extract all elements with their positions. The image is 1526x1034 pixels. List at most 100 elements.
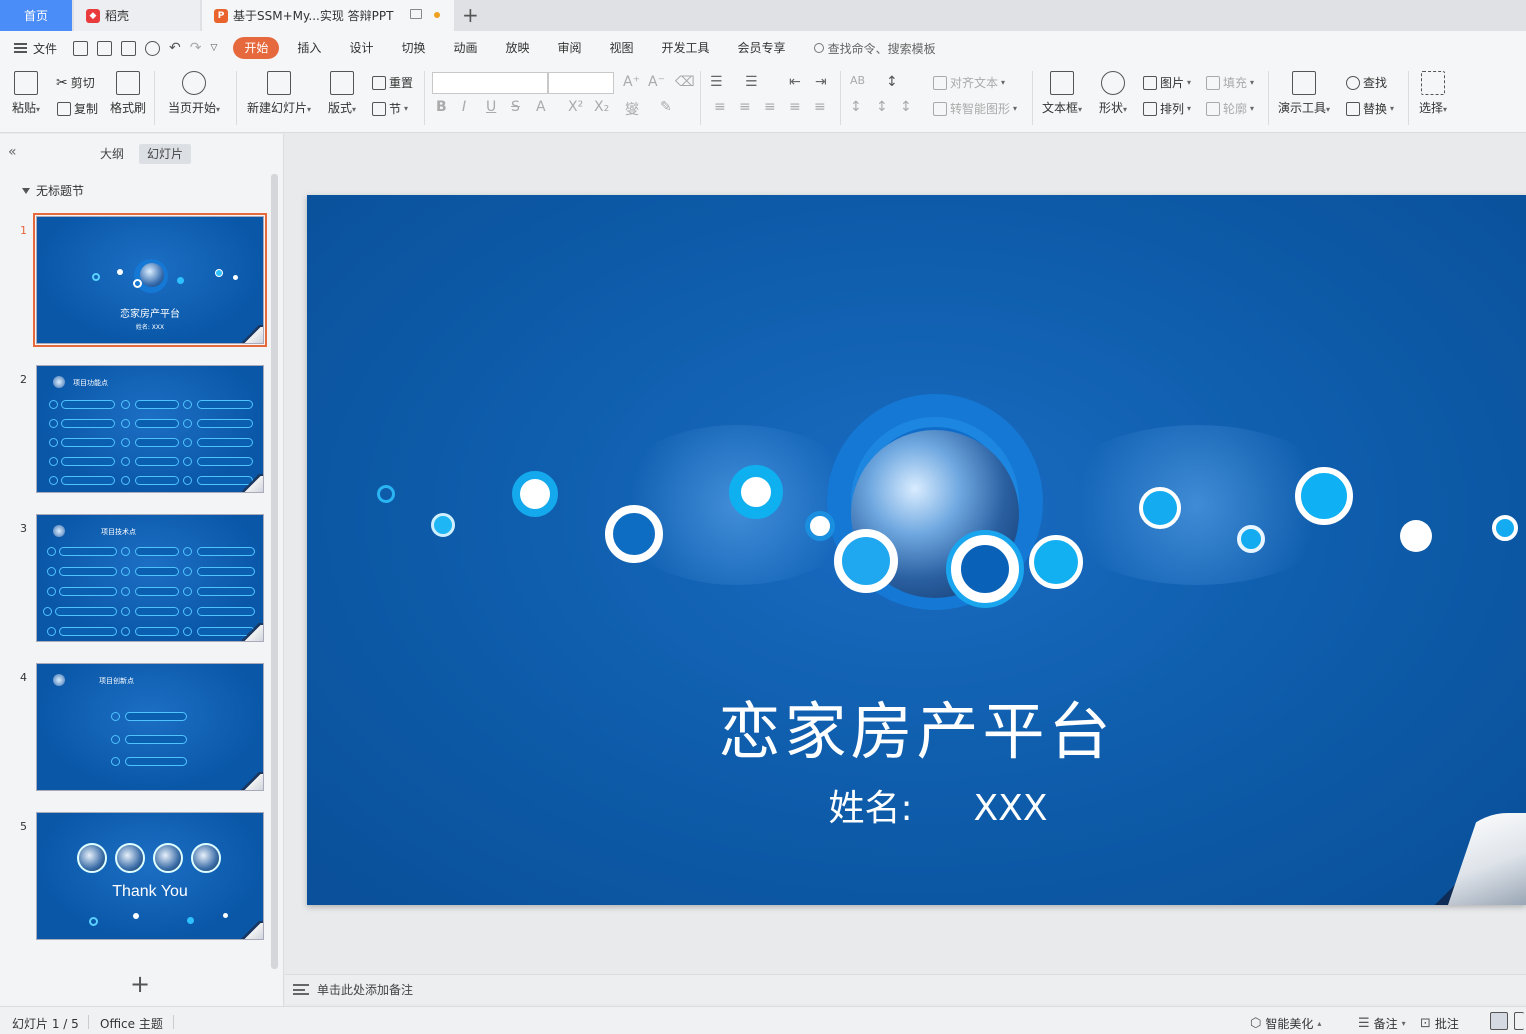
tab-developer[interactable]: 开发工具 [648, 37, 724, 59]
undo-icon[interactable]: ↶ [169, 41, 181, 55]
file-menu-button[interactable]: 文件 [14, 40, 57, 57]
tab-start[interactable]: 开始 [233, 37, 280, 59]
underline-icon[interactable]: U [486, 99, 496, 115]
tab-design[interactable]: 设计 [335, 37, 387, 59]
slide-thumbnail-1[interactable]: 恋家房产平台 姓名: XXX [33, 213, 267, 347]
reset-button[interactable]: 重置 [372, 74, 413, 91]
theme-name[interactable]: Office 主题 [100, 1015, 163, 1032]
current-slide[interactable]: 恋家房产平台 姓名: XXX [307, 195, 1526, 905]
paste-button[interactable]: 粘贴▾ [12, 71, 40, 116]
font-family-select[interactable] [432, 72, 548, 94]
italic-icon[interactable]: I [462, 99, 466, 115]
highlight-icon[interactable]: ✎ [660, 99, 672, 115]
format-painter-button[interactable]: 格式刷 [110, 71, 146, 116]
monitor-icon[interactable] [410, 9, 422, 19]
tab-docer[interactable]: ◆ 稻壳 [74, 0, 200, 31]
redo-icon[interactable]: ↷ [190, 41, 202, 55]
export-icon[interactable] [97, 40, 113, 56]
tab-animations[interactable]: 动画 [439, 37, 491, 59]
panel-scrollbar[interactable] [271, 174, 278, 969]
find-button[interactable]: 查找 [1346, 74, 1387, 91]
increase-font-icon[interactable]: A⁺ [623, 74, 640, 90]
clear-format-icon[interactable]: ⌫ [675, 74, 695, 90]
bold-icon[interactable]: B [436, 99, 447, 115]
collapse-panel-icon[interactable]: « [8, 144, 17, 160]
arrange-button[interactable]: 排列 ▾ [1143, 100, 1191, 117]
command-search[interactable]: 查找命令、搜索模板 [813, 40, 936, 57]
new-slide-button[interactable]: 新建幻灯片▾ [247, 71, 311, 116]
superscript-icon[interactable]: X² [568, 99, 583, 115]
align-right-icon[interactable]: ≡ [764, 99, 776, 115]
align-center-icon[interactable]: ≡ [739, 99, 751, 115]
smart-beautify-button[interactable]: ⬡ 智能美化 ▴ [1250, 1015, 1321, 1032]
thumb-pill [197, 587, 255, 596]
shapes-button[interactable]: 形状▾ [1099, 71, 1127, 116]
tab-outline[interactable]: 大纲 [92, 144, 132, 164]
customize-chevron-icon[interactable]: ▽ [210, 41, 217, 55]
distribute-icon[interactable]: ≡ [814, 99, 826, 115]
slide-sorter-view-icon[interactable] [1514, 1012, 1524, 1030]
strikethrough-icon[interactable]: S [511, 99, 520, 115]
print-icon[interactable] [121, 40, 137, 56]
comments-button[interactable]: ⊡ 批注 [1420, 1015, 1459, 1032]
phonetic-icon[interactable]: 燮 [625, 99, 639, 119]
new-tab-plus-icon[interactable]: + [462, 4, 479, 26]
slide-thumbnail-3[interactable]: 项目技术点 [36, 514, 264, 642]
normal-view-icon[interactable] [1490, 1012, 1508, 1030]
section-button[interactable]: 节 ▾ [372, 100, 408, 117]
play-from-current-button[interactable]: 当页开始▾ [168, 71, 220, 116]
line-spacing-menu-icon[interactable]: ↕ [900, 99, 912, 115]
copy-button[interactable]: 复制 [57, 100, 98, 117]
subscript-icon[interactable]: X₂ [594, 99, 609, 115]
bullets-icon[interactable]: ☰ [710, 74, 723, 90]
picture-button[interactable]: 图片 ▾ [1143, 74, 1191, 91]
tab-slideshow[interactable]: 放映 [491, 37, 543, 59]
numbering-icon[interactable]: ☰ [745, 74, 758, 90]
layout-button[interactable]: 版式▾ [328, 71, 356, 116]
thumb-pill [125, 712, 187, 721]
indent-increase-icon[interactable]: ⇥ [815, 74, 827, 90]
cut-button[interactable]: ✂ 剪切 [56, 74, 95, 91]
paragraph-spacing-icon[interactable]: ↕ [850, 99, 862, 115]
decrease-font-icon[interactable]: A⁻ [648, 74, 665, 90]
indent-decrease-icon[interactable]: ⇤ [789, 74, 801, 90]
presentation-tools-button[interactable]: 演示工具▾ [1278, 71, 1330, 116]
text-direction-icon[interactable]: AB [850, 74, 865, 87]
tab-review[interactable]: 审阅 [544, 37, 596, 59]
add-slide-plus-icon[interactable]: + [130, 972, 150, 996]
tab-slides[interactable]: 幻灯片 [139, 144, 192, 164]
font-color-icon[interactable]: A [536, 99, 546, 115]
replace-button[interactable]: 替换 ▾ [1346, 100, 1394, 117]
align-text-button[interactable]: 对齐文本 ▾ [933, 74, 1005, 91]
tab-docer-label: 稻壳 [105, 9, 130, 23]
tab-insert[interactable]: 插入 [283, 37, 335, 59]
print-preview-icon[interactable] [145, 40, 161, 56]
section-header[interactable]: 无标题节 [22, 182, 84, 199]
save-icon[interactable] [73, 40, 89, 56]
line-spacing-icon[interactable]: ↕ [886, 74, 898, 90]
outline-button[interactable]: 轮廓 ▾ [1206, 100, 1254, 117]
tab-transitions[interactable]: 切换 [387, 37, 439, 59]
thumb-page-curl-paper [243, 923, 263, 939]
tab-home[interactable]: 首页 [0, 0, 72, 31]
align-left-icon[interactable]: ≡ [714, 99, 726, 115]
justify-icon[interactable]: ≡ [789, 99, 801, 115]
deco-ring [951, 535, 1019, 603]
tab-ppt-document[interactable]: P 基于SSM+My...实现 答辩PPT [202, 0, 454, 31]
slide-thumbnail-2[interactable]: 项目功能点 [36, 365, 264, 493]
tab-view[interactable]: 视图 [596, 37, 648, 59]
slide-title[interactable]: 恋家房产平台 [307, 681, 1526, 771]
slide-subtitle[interactable]: 姓名: XXX [307, 779, 1526, 831]
tab-membership[interactable]: 会员专享 [724, 37, 800, 59]
font-size-select[interactable] [548, 72, 614, 94]
distribute-vertical-icon[interactable]: ↕ [876, 99, 888, 115]
slide-thumbnail-5[interactable]: Thank You [36, 812, 264, 940]
slide-thumbnail-4[interactable]: 项目创新点 [36, 663, 264, 791]
fill-button[interactable]: 填充 ▾ [1206, 74, 1254, 91]
convert-smartart-button[interactable]: 转智能图形 ▾ [933, 100, 1017, 117]
notes-toggle-button[interactable]: ☰ 备注 ▾ [1358, 1015, 1406, 1032]
text-box-button[interactable]: 文本框▾ [1042, 71, 1082, 116]
thumb-num-badge [183, 419, 192, 428]
notes-pane[interactable]: 单击此处添加备注 [285, 974, 1526, 1004]
select-button[interactable]: 选择▾ [1419, 71, 1447, 116]
